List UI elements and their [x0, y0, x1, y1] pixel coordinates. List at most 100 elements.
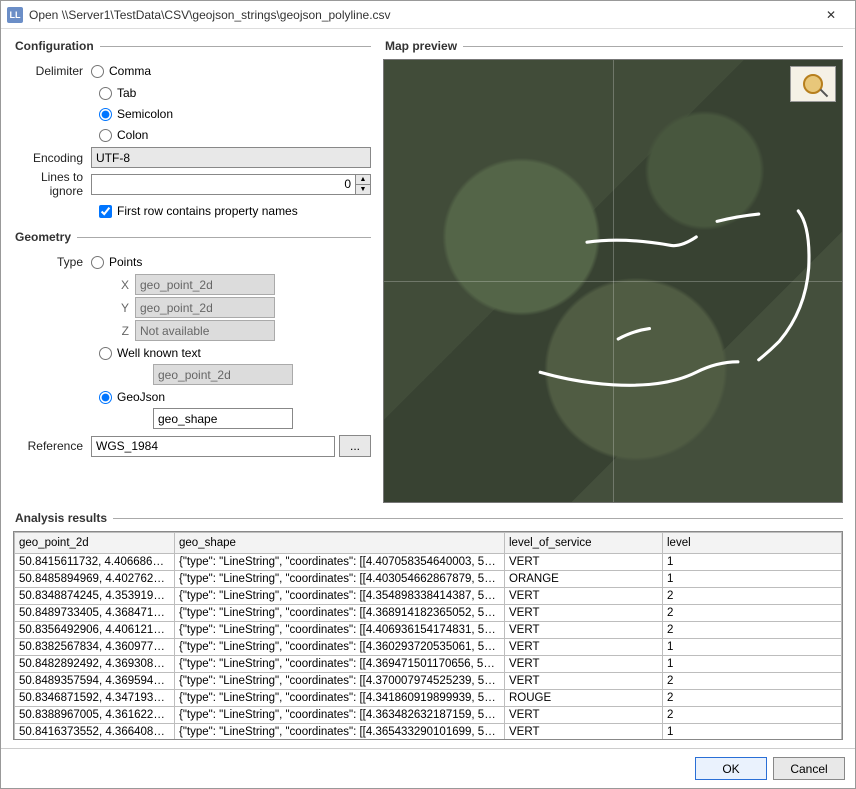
- column-header[interactable]: geo_shape: [175, 533, 505, 554]
- table-cell: VERT: [505, 622, 663, 639]
- x-select: [135, 274, 275, 295]
- table-row[interactable]: 50.8482892492, 4.36930887801{"type": "Li…: [15, 656, 842, 673]
- delimiter-colon-label: Colon: [117, 128, 148, 142]
- content-area: Configuration Delimiter Comma Tab Semico…: [1, 29, 855, 748]
- column-header[interactable]: geo_point_2d: [15, 533, 175, 554]
- results-group: Analysis results geo_point_2dgeo_shapele…: [13, 511, 843, 740]
- z-select: [135, 320, 275, 341]
- table-cell: {"type": "LineString", "coordinates": [[…: [175, 707, 505, 724]
- reference-label: Reference: [13, 439, 91, 453]
- table-cell: {"type": "LineString", "coordinates": [[…: [175, 656, 505, 673]
- table-row[interactable]: 50.8382567834, 4.36097713019{"type": "Li…: [15, 639, 842, 656]
- table-row[interactable]: 50.8415611732, 4.40668681556{"type": "Li…: [15, 554, 842, 571]
- table-cell: 50.8348874245, 4.35391975836: [15, 588, 175, 605]
- zoom-tool[interactable]: [790, 66, 836, 102]
- delimiter-label: Delimiter: [13, 64, 91, 78]
- type-points-radio[interactable]: [91, 256, 104, 269]
- table-cell: 50.8356492906, 4.40612106113: [15, 622, 175, 639]
- dialog-window: LL Open \\Server1\TestData\CSV\geojson_s…: [0, 0, 856, 789]
- spinner-up-icon[interactable]: ▲: [356, 175, 370, 185]
- lines-ignore-input[interactable]: [91, 174, 355, 195]
- table-cell: 2: [663, 588, 842, 605]
- table-cell: 50.8346871592, 4.34719367505: [15, 690, 175, 707]
- table-row[interactable]: 50.8489733405, 4.3684717015{"type": "Lin…: [15, 605, 842, 622]
- table-cell: {"type": "LineString", "coordinates": [[…: [175, 690, 505, 707]
- map-preview[interactable]: [383, 59, 843, 503]
- table-cell: 50.8416373552, 4.36640806452: [15, 724, 175, 740]
- table-row[interactable]: 50.8485894969, 4.40276271497{"type": "Li…: [15, 571, 842, 588]
- table-cell: 50.8489733405, 4.3684717015: [15, 605, 175, 622]
- type-wkt-radio[interactable]: [99, 347, 112, 360]
- cancel-button[interactable]: Cancel: [773, 757, 845, 780]
- magnifier-icon: [803, 74, 823, 94]
- table-cell: VERT: [505, 605, 663, 622]
- table-cell: 50.8485894969, 4.40276271497: [15, 571, 175, 588]
- table-cell: VERT: [505, 554, 663, 571]
- table-cell: {"type": "LineString", "coordinates": [[…: [175, 724, 505, 740]
- z-label: Z: [117, 324, 135, 338]
- table-cell: 1: [663, 639, 842, 656]
- delimiter-tab-radio[interactable]: [99, 87, 112, 100]
- y-select: [135, 297, 275, 318]
- map-legend: Map preview: [383, 39, 463, 53]
- table-cell: {"type": "LineString", "coordinates": [[…: [175, 639, 505, 656]
- ok-button[interactable]: OK: [695, 757, 767, 780]
- table-row[interactable]: 50.8416373552, 4.36640806452{"type": "Li…: [15, 724, 842, 740]
- table-cell: {"type": "LineString", "coordinates": [[…: [175, 571, 505, 588]
- column-header[interactable]: level_of_service: [505, 533, 663, 554]
- table-cell: 50.8489357594, 4.36959448516: [15, 673, 175, 690]
- table-cell: {"type": "LineString", "coordinates": [[…: [175, 605, 505, 622]
- table-cell: VERT: [505, 673, 663, 690]
- reference-browse-button[interactable]: ...: [339, 435, 371, 457]
- x-label: X: [117, 278, 135, 292]
- first-row-label: First row contains property names: [117, 204, 298, 218]
- table-row[interactable]: 50.8388967005, 4.36162208361{"type": "Li…: [15, 707, 842, 724]
- spinner-down-icon[interactable]: ▼: [356, 185, 370, 194]
- table-cell: VERT: [505, 639, 663, 656]
- type-points-label: Points: [109, 255, 142, 269]
- type-geojson-radio[interactable]: [99, 391, 112, 404]
- delimiter-colon-radio[interactable]: [99, 129, 112, 142]
- table-row[interactable]: 50.8489357594, 4.36959448516{"type": "Li…: [15, 673, 842, 690]
- delimiter-semicolon-radio[interactable]: [99, 108, 112, 121]
- reference-input[interactable]: [91, 436, 335, 457]
- results-table-wrap: geo_point_2dgeo_shapelevel_of_servicelev…: [13, 531, 843, 740]
- delimiter-comma-radio[interactable]: [91, 65, 104, 78]
- table-cell: ROUGE: [505, 690, 663, 707]
- type-wkt-label: Well known text: [117, 346, 201, 360]
- table-cell: 50.8482892492, 4.36930887801: [15, 656, 175, 673]
- table-cell: {"type": "LineString", "coordinates": [[…: [175, 622, 505, 639]
- table-cell: ORANGE: [505, 571, 663, 588]
- table-cell: 2: [663, 690, 842, 707]
- lines-ignore-spinner[interactable]: ▲▼: [355, 174, 371, 195]
- column-header[interactable]: level: [663, 533, 842, 554]
- first-row-checkbox[interactable]: [99, 205, 112, 218]
- close-button[interactable]: ✕: [813, 2, 849, 28]
- table-cell: {"type": "LineString", "coordinates": [[…: [175, 673, 505, 690]
- titlebar: LL Open \\Server1\TestData\CSV\geojson_s…: [1, 1, 855, 29]
- type-label: Type: [13, 255, 91, 269]
- delimiter-comma-label: Comma: [109, 64, 151, 78]
- table-cell: VERT: [505, 724, 663, 740]
- footer: OK Cancel: [1, 748, 855, 788]
- table-cell: 1: [663, 656, 842, 673]
- encoding-select[interactable]: [91, 147, 371, 168]
- results-scroll[interactable]: geo_point_2dgeo_shapelevel_of_servicelev…: [14, 532, 842, 739]
- geometry-group: Geometry Type Points X Y Z Well known te…: [13, 230, 371, 459]
- configuration-group: Configuration Delimiter Comma Tab Semico…: [13, 39, 371, 222]
- map-group: Map preview: [383, 39, 843, 503]
- results-table: geo_point_2dgeo_shapelevel_of_servicelev…: [14, 532, 842, 739]
- geometry-legend: Geometry: [13, 230, 77, 244]
- table-cell: VERT: [505, 707, 663, 724]
- table-row[interactable]: 50.8356492906, 4.40612106113{"type": "Li…: [15, 622, 842, 639]
- table-cell: VERT: [505, 656, 663, 673]
- geojson-select[interactable]: [153, 408, 293, 429]
- table-cell: 50.8388967005, 4.36162208361: [15, 707, 175, 724]
- table-cell: 2: [663, 605, 842, 622]
- configuration-legend: Configuration: [13, 39, 100, 53]
- map-polylines: [384, 60, 842, 503]
- table-row[interactable]: 50.8346871592, 4.34719367505{"type": "Li…: [15, 690, 842, 707]
- results-legend: Analysis results: [13, 511, 113, 525]
- table-row[interactable]: 50.8348874245, 4.35391975836{"type": "Li…: [15, 588, 842, 605]
- table-cell: VERT: [505, 588, 663, 605]
